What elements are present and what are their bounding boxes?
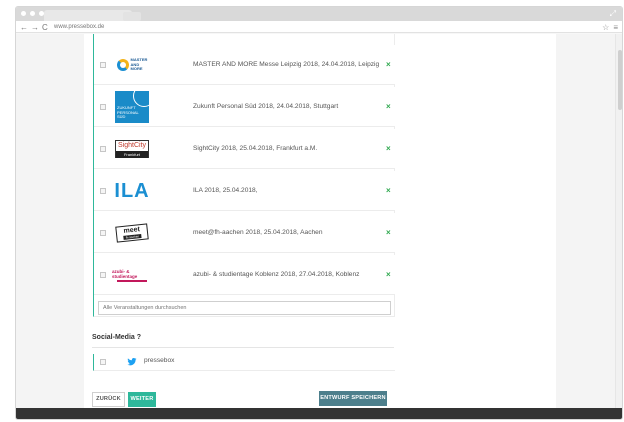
remove-event-icon[interactable]: × — [386, 102, 391, 112]
save-draft-button[interactable]: ENTWURF SPEICHERN — [319, 391, 387, 406]
next-button[interactable]: WEITER — [128, 392, 156, 407]
remove-event-icon[interactable]: × — [386, 144, 391, 154]
address-bar[interactable]: www.pressebox.de — [54, 22, 614, 32]
social-account-label: pressebox — [144, 357, 175, 364]
master-and-more-logo: MASTER AND MORE — [112, 49, 152, 81]
back-arrow-icon[interactable]: ← — [20, 23, 28, 32]
event-checkbox[interactable] — [100, 188, 106, 194]
event-row: ILA ILA 2018, 25.04.2018, × — [94, 171, 395, 211]
minimize-window-dot[interactable] — [30, 11, 35, 16]
event-title: ILA 2018, 25.04.2018, — [193, 187, 258, 194]
event-title: Zukunft Personal Süd 2018, 24.04.2018, S… — [193, 103, 339, 110]
divider — [92, 347, 394, 348]
remove-event-icon[interactable]: × — [386, 270, 391, 280]
meet-fh-aachen-logo: meet fh-aachen — [112, 217, 152, 249]
event-title: azubi- & studientage Koblenz 2018, 27.04… — [193, 271, 360, 278]
remove-event-icon[interactable]: × — [386, 60, 391, 70]
title-bar: ⤢ — [16, 7, 622, 21]
social-checkbox[interactable] — [100, 359, 106, 365]
event-title: meet@fh-aachen 2018, 25.04.2018, Aachen — [193, 229, 323, 236]
azubi-studientage-logo: azubi- & studientage — [112, 259, 152, 291]
browser-tab[interactable] — [44, 10, 132, 21]
new-tab-button[interactable] — [123, 12, 141, 21]
social-media-row: pressebox — [93, 354, 395, 371]
event-row: meet fh-aachen meet@fh-aachen 2018, 25.0… — [94, 213, 395, 253]
menu-icon[interactable]: ≡ — [613, 23, 618, 32]
browser-window: ⤢ ← → C www.pressebox.de ☆ ≡ MASTER AND … — [15, 6, 623, 420]
event-title: MASTER AND MORE Messe Leipzig 2018, 24.0… — [193, 61, 380, 68]
event-checkbox[interactable] — [100, 146, 106, 152]
event-row: azubi- & studientage azubi- & studientag… — [94, 255, 395, 295]
event-checkbox[interactable] — [100, 230, 106, 236]
event-row: ZUKUNFT PERSONAL SÜD Zukunft Personal Sü… — [94, 87, 395, 127]
resize-icon[interactable]: ⤢ — [610, 9, 616, 19]
back-button[interactable]: ZURÜCK — [92, 392, 125, 407]
event-list: MASTER AND MORE MASTER AND MORE Messe Le… — [93, 34, 395, 317]
navigation-buttons: ← → C — [20, 21, 48, 33]
event-row: MASTER AND MORE MASTER AND MORE Messe Le… — [94, 45, 395, 85]
main-content: MASTER AND MORE MASTER AND MORE Messe Le… — [84, 34, 556, 410]
social-media-heading: Social-Media ? — [92, 334, 142, 341]
sightcity-logo: SightCity Frankfurt — [112, 133, 152, 165]
event-checkbox[interactable] — [100, 62, 106, 68]
event-search — [98, 296, 391, 315]
close-window-dot[interactable] — [21, 11, 26, 16]
remove-event-icon[interactable]: × — [386, 228, 391, 238]
event-row: SightCity Frankfurt SightCity 2018, 25.0… — [94, 129, 395, 169]
remove-event-icon[interactable]: × — [386, 186, 391, 196]
browser-toolbar: ← → C www.pressebox.de ☆ ≡ — [16, 21, 622, 33]
toolbar-actions: ☆ ≡ — [602, 21, 618, 33]
page-viewport: MASTER AND MORE MASTER AND MORE Messe Le… — [16, 34, 622, 410]
page-scrollbar[interactable] — [615, 34, 622, 410]
reload-icon[interactable]: C — [42, 23, 48, 32]
event-title: SightCity 2018, 25.04.2018, Frankfurt a.… — [193, 145, 318, 152]
bookmark-star-icon[interactable]: ☆ — [602, 23, 609, 32]
zukunft-personal-logo: ZUKUNFT PERSONAL SÜD — [112, 91, 152, 123]
window-controls — [21, 11, 44, 16]
event-search-input[interactable] — [98, 301, 391, 315]
footer-bar — [16, 408, 622, 419]
ila-logo: ILA — [114, 180, 150, 202]
scrollbar-thumb[interactable] — [618, 50, 622, 110]
forward-arrow-icon[interactable]: → — [31, 23, 39, 32]
event-checkbox[interactable] — [100, 104, 106, 110]
twitter-icon — [127, 358, 137, 366]
event-checkbox[interactable] — [100, 272, 106, 278]
